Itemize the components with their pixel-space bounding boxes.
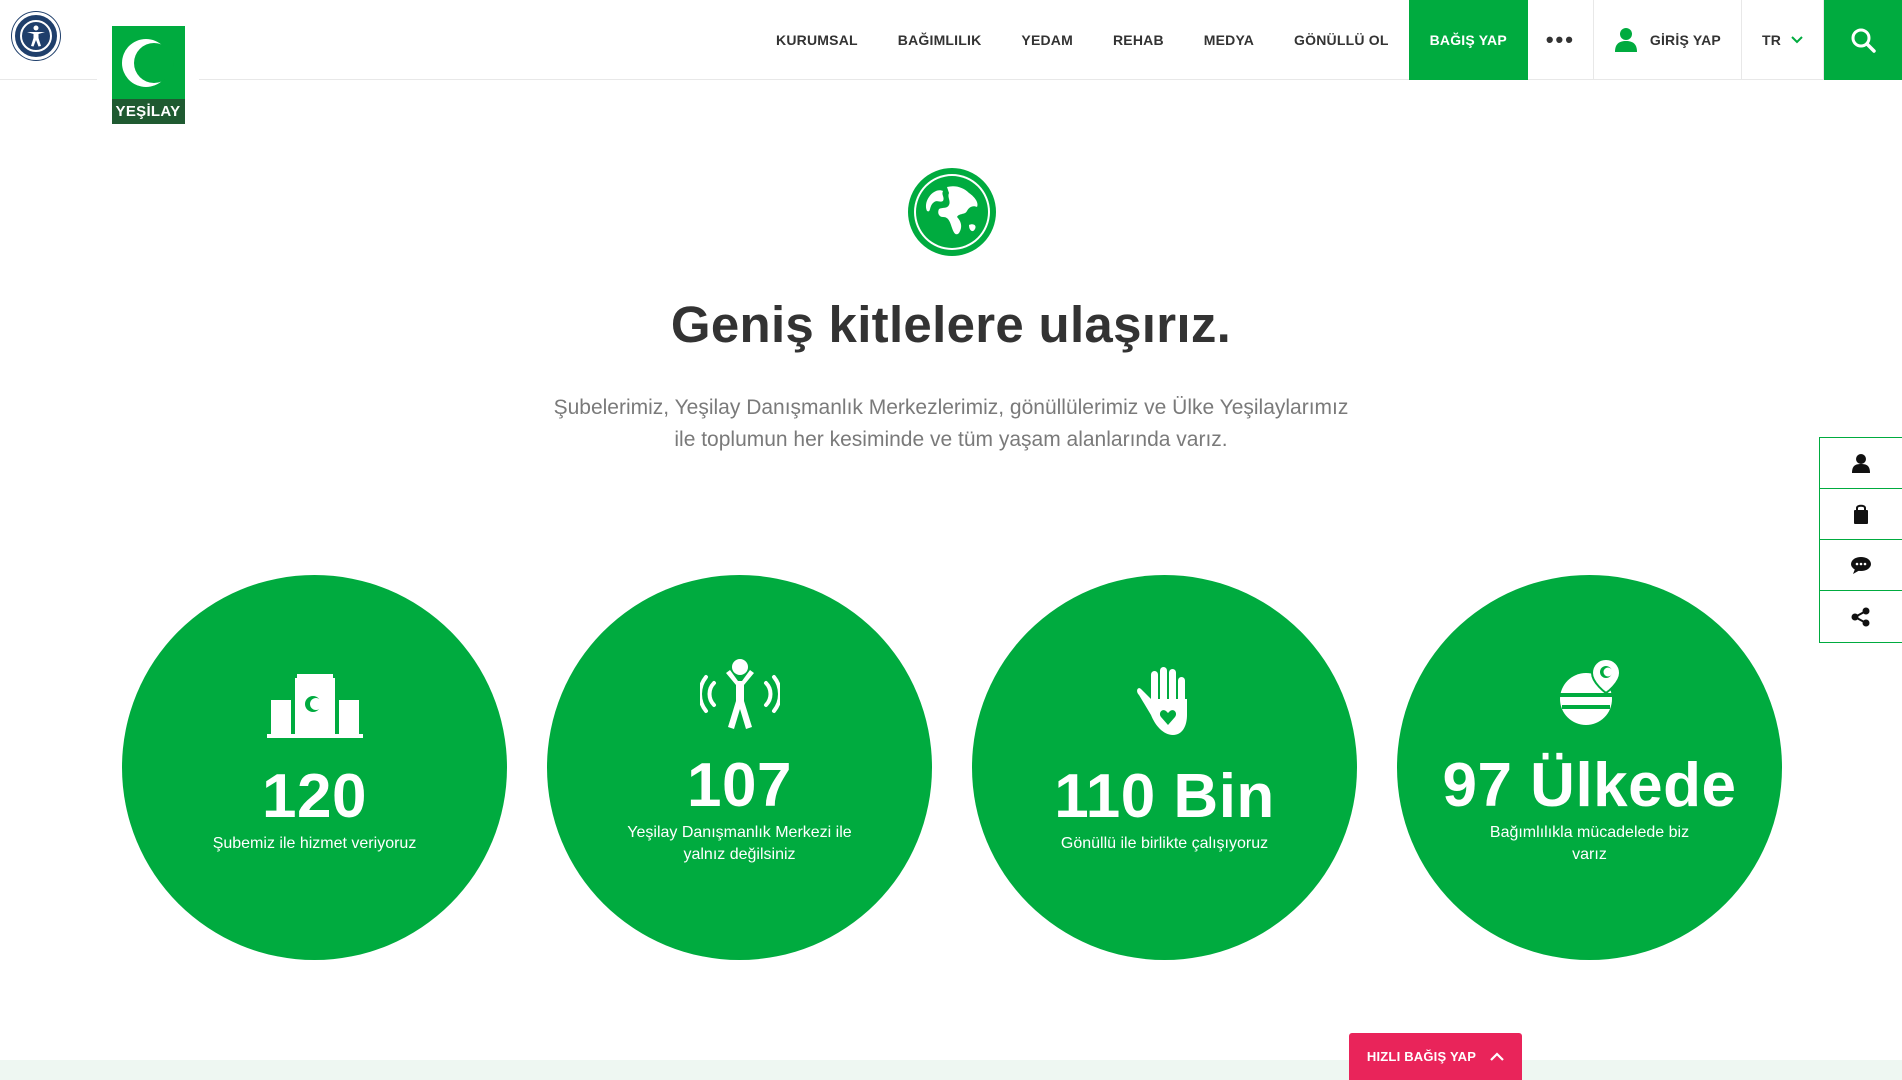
share-icon bbox=[1851, 607, 1870, 626]
subtitle-line-1: Şubelerimiz, Yeşilay Danışmanlık Merkezl… bbox=[553, 396, 1349, 419]
stat-caption: Yeşilay Danışmanlık Merkezi ile yalnız d… bbox=[597, 822, 882, 866]
logo-crescent bbox=[111, 26, 185, 99]
page-subtitle: Şubelerimiz, Yeşilay Danışmanlık Merkezl… bbox=[530, 392, 1372, 456]
quick-donate-button[interactable]: HIZLI BAĞIŞ YAP bbox=[1349, 1033, 1522, 1080]
site-header: YEŞİLAY KURUMSAL BAĞIMLILIK YEDAM REHAB … bbox=[0, 0, 1902, 134]
stat-value: 110 Bin bbox=[1054, 762, 1275, 831]
stat-value: 120 bbox=[262, 762, 367, 831]
chevron-up-icon bbox=[1490, 1052, 1504, 1061]
search-button[interactable] bbox=[1824, 0, 1902, 80]
nav-item-kurumsal[interactable]: KURUMSAL bbox=[756, 0, 878, 80]
language-selector[interactable]: TR bbox=[1742, 0, 1824, 80]
nav-item-yedam[interactable]: YEDAM bbox=[1001, 0, 1093, 80]
donate-button[interactable]: BAĞIŞ YAP bbox=[1408, 0, 1528, 80]
side-user-button[interactable] bbox=[1820, 438, 1902, 489]
chat-icon bbox=[1851, 557, 1871, 574]
language-label: TR bbox=[1761, 32, 1781, 48]
main-nav: KURUMSAL BAĞIMLILIK YEDAM REHAB MEDYA GÖ… bbox=[756, 0, 1902, 80]
shopping-bag-icon bbox=[1854, 504, 1868, 524]
stat-caption-line: Gönüllü ile birlikte çalışıyoruz bbox=[1060, 835, 1269, 852]
user-icon bbox=[1852, 454, 1870, 473]
side-share-button[interactable] bbox=[1820, 591, 1902, 642]
logo-text: YEŞİLAY bbox=[111, 99, 185, 124]
floating-side-toolbar bbox=[1819, 437, 1902, 643]
stat-card-volunteers: 110 Bin Gönüllü ile birlikte çalışıyoruz bbox=[972, 575, 1357, 960]
stat-value: 97 Ülkede bbox=[1442, 751, 1737, 820]
accessibility-icon bbox=[20, 20, 52, 52]
globe-location-icon bbox=[1559, 657, 1621, 725]
more-menu-button[interactable]: ••• bbox=[1528, 0, 1594, 80]
branch-buildings-icon bbox=[266, 674, 363, 738]
accessibility-button[interactable] bbox=[12, 12, 60, 60]
page-title: Geniş kitlelere ulaşırız. bbox=[670, 296, 1232, 353]
stat-card-branches: 120 Şubemiz ile hizmet veriyoruz bbox=[122, 575, 507, 960]
stat-caption-line: yalnız değilsiniz bbox=[683, 846, 796, 863]
stat-caption-line: Şubemiz ile hizmet veriyoruz bbox=[212, 835, 417, 852]
login-button[interactable]: GİRİŞ YAP bbox=[1594, 0, 1742, 80]
stat-card-counseling: 107 Yeşilay Danışmanlık Merkezi ile yaln… bbox=[547, 575, 932, 960]
stat-caption-line: Bağımlılıkla mücadelede biz bbox=[1489, 824, 1690, 841]
chevron-down-icon bbox=[1791, 36, 1803, 44]
nav-item-rehab[interactable]: REHAB bbox=[1093, 0, 1184, 80]
login-label: GİRİŞ YAP bbox=[1649, 32, 1721, 48]
stat-caption-line: varız bbox=[1572, 846, 1607, 863]
nav-item-medya[interactable]: MEDYA bbox=[1184, 0, 1274, 80]
stat-value: 107 bbox=[687, 751, 792, 820]
nav-item-gonullu-ol[interactable]: GÖNÜLLÜ OL bbox=[1274, 0, 1409, 80]
stat-caption-line: Yeşilay Danışmanlık Merkezi ile bbox=[627, 824, 852, 841]
quick-donate-label: HIZLI BAĞIŞ YAP bbox=[1366, 1049, 1477, 1064]
search-icon bbox=[1851, 28, 1876, 53]
stat-card-countries: 97 Ülkede Bağımlılıkla mücadelede biz va… bbox=[1397, 575, 1782, 960]
side-chat-button[interactable] bbox=[1820, 540, 1902, 591]
next-section-strip bbox=[0, 1060, 1902, 1080]
user-icon bbox=[1614, 28, 1637, 52]
stat-caption: Gönüllü ile birlikte çalışıyoruz bbox=[1022, 833, 1307, 855]
subtitle-line-2: ile toplumun her kesiminde ve tüm yaşam … bbox=[674, 428, 1228, 451]
stat-caption: Şubemiz ile hizmet veriyoruz bbox=[172, 833, 457, 855]
stat-caption: Bağımlılıkla mücadelede biz varız bbox=[1447, 822, 1732, 866]
crescent-icon bbox=[122, 38, 174, 87]
hand-heart-icon bbox=[1136, 667, 1187, 735]
nav-item-bagimlilik[interactable]: BAĞIMLILIK bbox=[878, 0, 1002, 80]
side-shop-button[interactable] bbox=[1820, 489, 1902, 540]
person-support-icon bbox=[699, 659, 780, 729]
site-logo[interactable]: YEŞİLAY bbox=[97, 0, 199, 134]
globe-icon bbox=[908, 168, 996, 256]
